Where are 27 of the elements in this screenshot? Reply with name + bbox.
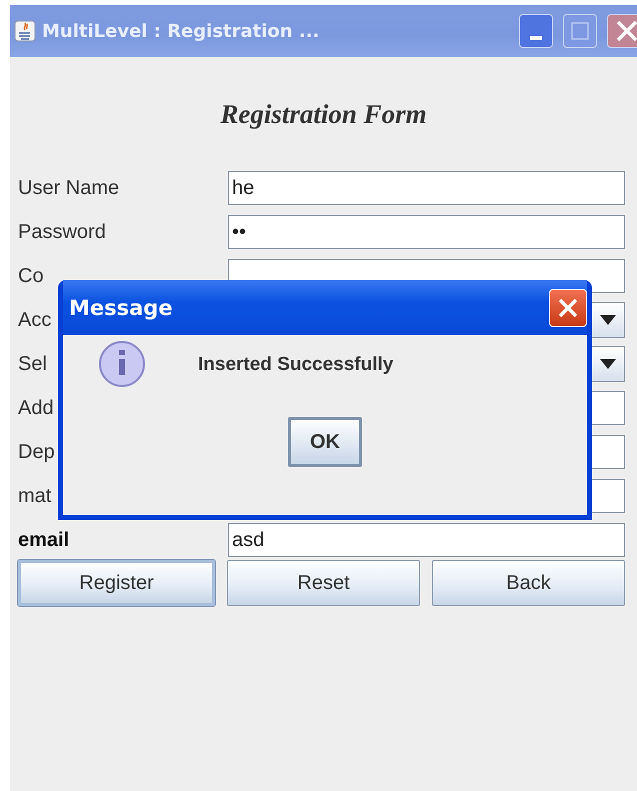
caret-icon bbox=[600, 359, 616, 369]
form-button[interactable]: Reset bbox=[227, 560, 420, 606]
field-label: Add bbox=[18, 396, 54, 418]
field-label: Password bbox=[18, 220, 106, 242]
minimize-button[interactable] bbox=[519, 14, 553, 48]
field-label: mat bbox=[18, 484, 52, 506]
dialog-message: Inserted Successfully bbox=[198, 354, 394, 376]
close-button[interactable] bbox=[607, 14, 637, 48]
field-label: Sel bbox=[18, 352, 47, 374]
caret-icon bbox=[600, 315, 616, 325]
form-heading: Registration Form bbox=[219, 99, 428, 130]
maximize-icon bbox=[570, 21, 590, 41]
input-field[interactable]: asd bbox=[228, 523, 625, 557]
close-icon bbox=[615, 19, 637, 43]
minimize-icon bbox=[530, 36, 542, 40]
field-label: User Name bbox=[18, 176, 120, 198]
form-button[interactable]: Register bbox=[18, 560, 215, 606]
input-field[interactable]: he bbox=[228, 171, 625, 205]
field-label: Acc bbox=[18, 308, 52, 330]
window-title: MultiLevel : Registration ... bbox=[42, 20, 320, 42]
dialog-title: Message bbox=[69, 296, 173, 320]
input-field[interactable]: •• bbox=[228, 215, 625, 249]
ok-button[interactable]: OK bbox=[288, 417, 362, 467]
field-label: email bbox=[18, 528, 70, 550]
field-label: Co bbox=[18, 264, 44, 286]
form-button[interactable]: Back bbox=[432, 560, 625, 606]
field-label: Dep bbox=[18, 440, 55, 462]
